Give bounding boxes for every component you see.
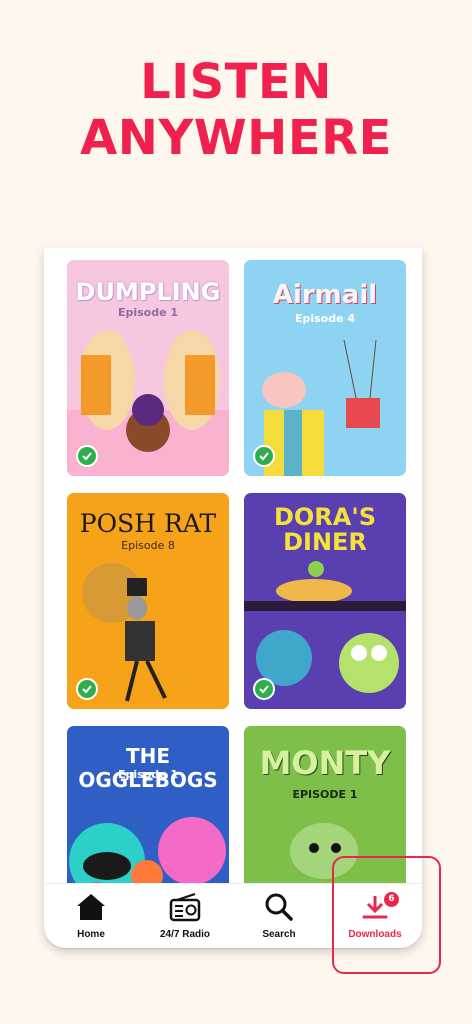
downloaded-check-icon [253,445,275,467]
episode-number: Episode 1 [117,768,179,781]
downloaded-check-icon [76,445,98,467]
episode-title: DUMPLING [75,278,221,306]
episode-title: DORA'S DINER [273,503,376,556]
headline: LISTEN ANYWHERE [0,54,472,166]
episode-number: EPISODE 1 [292,788,358,801]
tab-radio[interactable]: 24/7 Radio [138,884,232,948]
tab-label: Search [262,929,296,940]
search-icon [265,893,293,921]
home-icon [77,894,105,920]
episode-title: MONTY [259,744,391,782]
tab-label: 24/7 Radio [159,929,211,940]
episode-number: Episode 8 [121,539,175,552]
episode-card-airmail[interactable]: Airmail Episode 4 [244,260,406,476]
downloads-highlight-frame [332,856,441,974]
tab-search[interactable]: Search [232,884,326,948]
tab-label: Home [77,929,105,940]
episode-number: Episode 1 [117,306,179,319]
episode-card-doras-diner[interactable]: DORA'S DINER [244,493,406,709]
headline-line-1: LISTEN [140,54,332,110]
downloaded-check-icon [253,678,275,700]
radio-icon [169,893,201,922]
headline-line-2: ANYWHERE [80,110,392,166]
phone-screen: DUMPLING Episode 1 Airmail Episode 4 POS… [44,248,422,948]
episode-number: Episode 4 [294,312,356,325]
tab-home[interactable]: Home [44,884,138,948]
episode-title: Airmail [272,280,378,310]
episode-card-dumpling[interactable]: DUMPLING Episode 1 [67,260,229,476]
episode-title: POSH RAT [79,509,217,538]
episode-card-posh-rat[interactable]: POSH RAT Episode 8 [67,493,229,709]
downloaded-check-icon [76,678,98,700]
